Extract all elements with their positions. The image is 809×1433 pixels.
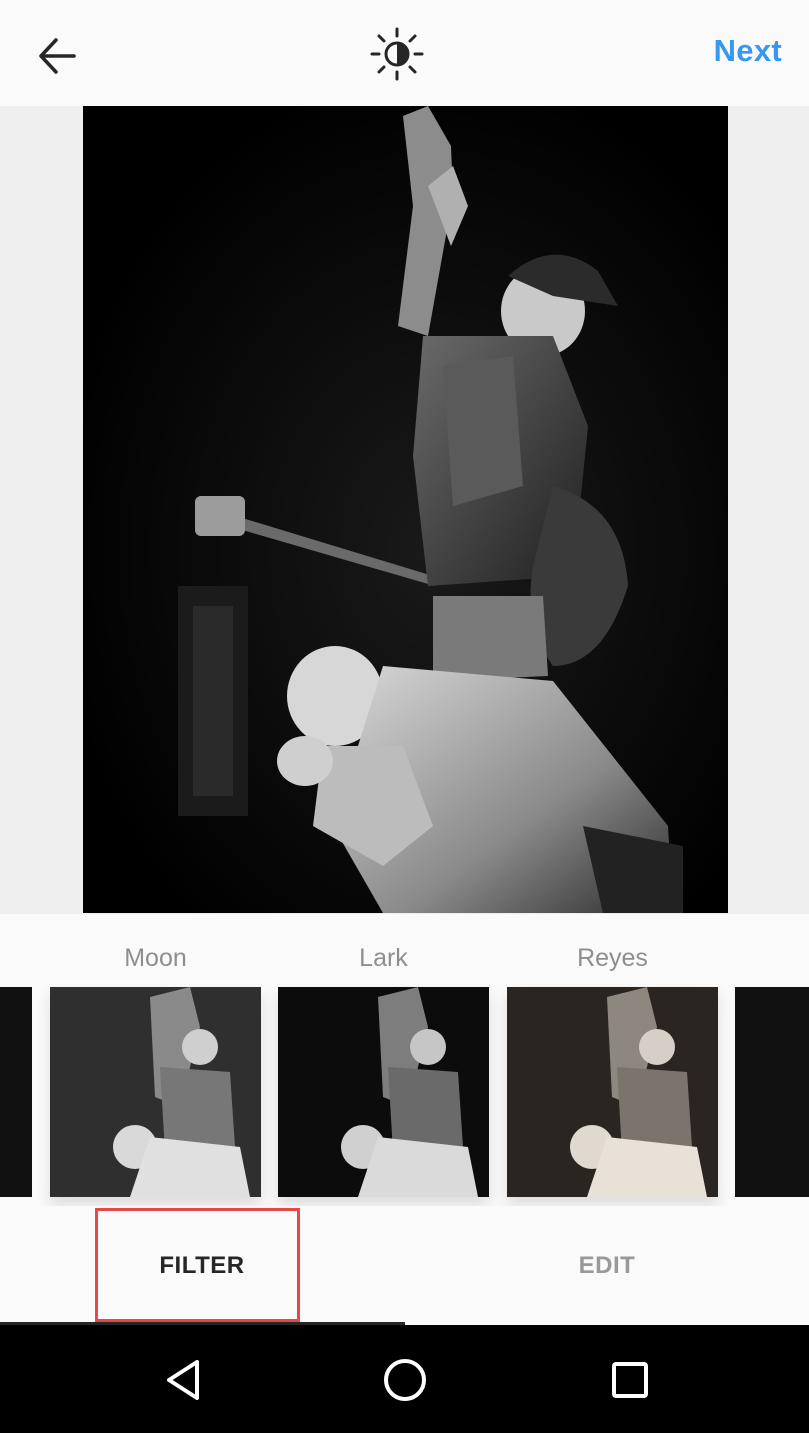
filter-thumb-partial-left[interactable] <box>0 987 32 1197</box>
back-button[interactable] <box>28 28 84 84</box>
square-recents-icon <box>612 1362 648 1398</box>
circle-home-icon <box>384 1359 426 1401</box>
instagram-filter-screen: Next Moon Lark Reyes FILTER EDIT <box>0 0 809 1433</box>
thumbnail-image <box>50 987 261 1197</box>
concert-photo <box>83 106 728 913</box>
filter-thumbnail[interactable] <box>50 987 261 1197</box>
filter-thumbnail[interactable] <box>278 987 489 1197</box>
filter-thumbnail[interactable] <box>507 987 718 1197</box>
tab-edit[interactable]: EDIT <box>405 1206 809 1325</box>
lux-brightness-button[interactable] <box>367 24 427 84</box>
top-bar: Next <box>0 0 809 107</box>
filter-strip: Moon Lark Reyes <box>0 913 809 1207</box>
filter-name: Reyes <box>577 944 648 972</box>
arrow-left-icon <box>39 38 76 74</box>
tab-filter[interactable]: FILTER <box>0 1206 404 1325</box>
system-nav-bar <box>0 1325 809 1433</box>
triangle-back-icon <box>167 1360 199 1400</box>
system-home-button[interactable] <box>370 1345 440 1415</box>
brightness-icon <box>370 27 424 81</box>
editor-tabs: FILTER EDIT <box>0 1206 809 1325</box>
thumbnail-image <box>507 987 718 1197</box>
filter-thumb-partial-right[interactable] <box>735 987 809 1197</box>
filter-name: Moon <box>124 944 187 972</box>
thumbnail-image <box>278 987 489 1197</box>
next-button[interactable]: Next <box>714 33 782 69</box>
system-back-button[interactable] <box>148 1345 218 1415</box>
system-recents-button[interactable] <box>595 1345 665 1415</box>
photo-preview-area <box>0 106 809 913</box>
filter-name: Lark <box>359 944 408 972</box>
photo-preview <box>83 106 728 913</box>
